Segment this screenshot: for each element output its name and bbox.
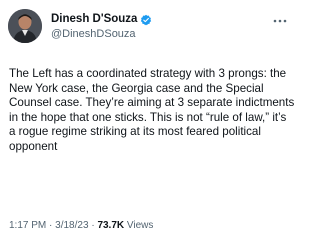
meta-separator: · (91, 220, 95, 231)
author-handle[interactable]: @DineshDSouza (51, 28, 136, 41)
avatar[interactable] (8, 9, 42, 43)
views-label: Views (126, 220, 154, 231)
tweet-metadata: 1:17 PM · 3/18/23 · 73.7K Views (9, 220, 153, 232)
tweet-date[interactable]: 3/18/23 (55, 220, 88, 231)
meta-separator: · (49, 220, 53, 231)
author-name-row[interactable]: Dinesh D'Souza (51, 12, 152, 26)
author-display-name[interactable]: Dinesh D'Souza (51, 12, 137, 26)
tweet-text: The Left has a coordinated strategy with… (9, 67, 295, 153)
more-options-icon[interactable] (272, 13, 288, 23)
tweet-time[interactable]: 1:17 PM (9, 220, 46, 231)
verified-badge-icon (140, 13, 152, 26)
tweet-card: Dinesh D'Souza @DineshDSouza The Left ha… (0, 0, 300, 241)
views-count: 73.7K (97, 220, 125, 231)
